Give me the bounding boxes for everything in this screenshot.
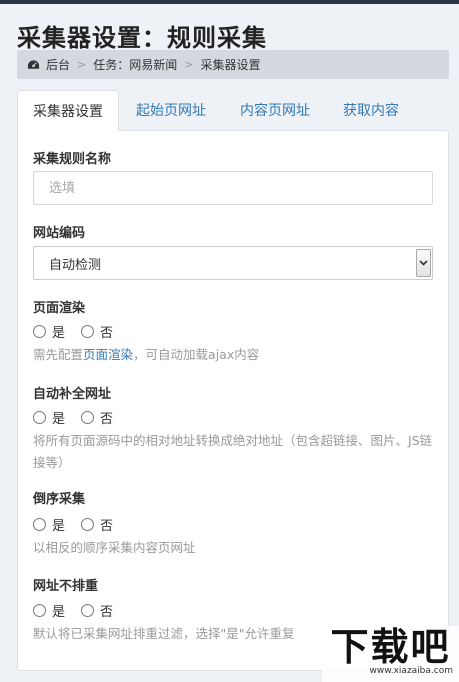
reverse-yes-label[interactable]: 是 xyxy=(52,515,65,534)
render-radio-group: 是 否 xyxy=(33,322,129,341)
page-title: 采集器设置：规则采集 xyxy=(17,24,267,52)
render-label: 页面渲染 xyxy=(33,301,86,316)
tab-content-urls[interactable]: 内容页网址 xyxy=(223,90,327,130)
rule-name-label: 采集规则名称 xyxy=(33,152,112,167)
complete-url-yes-label[interactable]: 是 xyxy=(52,408,65,427)
render-help-text: 需先配置页面渲染，可自动加载ajax内容 xyxy=(33,344,438,366)
breadcrumb-home[interactable]: 后台 xyxy=(46,56,70,73)
tab-get-content[interactable]: 获取内容 xyxy=(327,90,415,130)
settings-panel: 采集规则名称 网站编码 自动检测 页面渲染 是 否 需先配置页面渲染，可自动加载… xyxy=(17,130,449,671)
watermark-logo-text: 下载吧 xyxy=(330,625,451,669)
breadcrumb-task[interactable]: 任务：网易新闻 xyxy=(93,56,177,73)
render-help-prefix: 需先配置 xyxy=(33,347,84,362)
complete-url-no-label[interactable]: 否 xyxy=(100,408,113,427)
tab-collector-settings[interactable]: 采集器设置 xyxy=(17,90,119,131)
reverse-radio-group: 是 否 xyxy=(33,515,129,534)
select-arrow-button[interactable] xyxy=(416,249,431,277)
dedupe-yes-label[interactable]: 是 xyxy=(52,601,65,620)
breadcrumb-separator: > xyxy=(77,58,87,71)
reverse-no-label[interactable]: 否 xyxy=(100,515,113,534)
breadcrumb-current: 采集器设置 xyxy=(200,58,261,72)
render-yes-label[interactable]: 是 xyxy=(52,322,65,341)
reverse-help-text: 以相反的顺序采集内容页网址 xyxy=(33,540,196,555)
complete-url-help-text: 将所有页面源码中的相对地址转换成绝对地址（包含超链接、图片、JS链接等） xyxy=(33,433,433,470)
breadcrumb: 后台 > 任务：网易新闻 > 采集器设置 xyxy=(17,50,449,79)
dedupe-yes-radio[interactable] xyxy=(33,604,46,617)
reverse-label: 倒序采集 xyxy=(33,492,86,507)
encoding-label: 网站编码 xyxy=(33,226,86,241)
chevron-down-icon xyxy=(419,260,428,266)
complete-url-yes-radio[interactable] xyxy=(33,411,46,424)
dedupe-label: 网址不排重 xyxy=(33,579,99,594)
complete-url-radio-group: 是 否 xyxy=(33,408,129,427)
tab-start-urls[interactable]: 起始页网址 xyxy=(119,90,223,130)
reverse-no-radio[interactable] xyxy=(81,518,95,531)
complete-url-no-radio[interactable] xyxy=(81,411,95,424)
dashboard-icon xyxy=(27,59,40,69)
dedupe-radio-group: 是 否 xyxy=(33,601,129,620)
reverse-yes-radio[interactable] xyxy=(33,518,46,531)
dedupe-no-radio[interactable] xyxy=(81,604,95,617)
encoding-selected-value: 自动检测 xyxy=(49,257,102,273)
watermark: 下载吧 www.xiazaiba.com xyxy=(322,626,459,682)
rule-name-input[interactable] xyxy=(33,171,433,205)
render-yes-radio[interactable] xyxy=(33,325,46,338)
tab-bar: 采集器设置 起始页网址 内容页网址 获取内容 xyxy=(17,90,449,131)
breadcrumb-separator: > xyxy=(184,58,194,71)
encoding-select[interactable]: 自动检测 xyxy=(33,246,433,280)
render-no-label[interactable]: 否 xyxy=(100,322,113,341)
render-config-link[interactable]: 页面渲染 xyxy=(83,347,133,362)
render-help-suffix: ，可自动加载ajax内容 xyxy=(133,347,260,362)
complete-url-label: 自动补全网址 xyxy=(33,387,112,402)
top-bar xyxy=(0,0,459,4)
dedupe-no-label[interactable]: 否 xyxy=(100,601,113,620)
render-no-radio[interactable] xyxy=(81,325,95,338)
